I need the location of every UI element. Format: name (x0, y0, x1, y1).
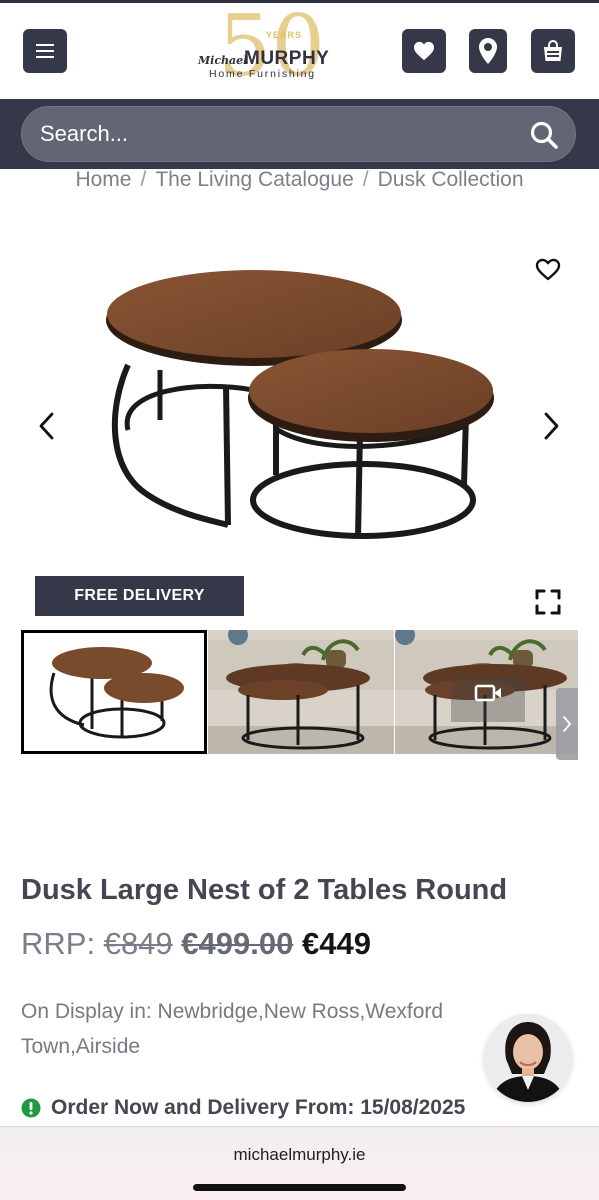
search-box[interactable] (21, 106, 576, 162)
wishlist-heart-icon[interactable] (535, 257, 561, 283)
gallery-next-arrow-icon[interactable] (540, 411, 562, 441)
home-indicator[interactable] (193, 1184, 406, 1191)
free-delivery-badge: FREE DELIVERY (35, 576, 244, 616)
logo-murphy: MURPHY (244, 48, 330, 69)
thumbnail-1[interactable] (21, 630, 207, 754)
wishlist-button[interactable] (402, 29, 446, 73)
menu-button[interactable] (23, 29, 67, 73)
thumbnail-3-video[interactable] (395, 630, 578, 754)
price-rrp: €849 (103, 926, 173, 961)
product-main-image[interactable] (88, 270, 508, 570)
breadcrumb-living-catalogue[interactable]: The Living Catalogue (155, 168, 353, 192)
delivery-notice: Order Now and Delivery From: 15/08/2025 (21, 1096, 465, 1120)
chat-assistant-avatar[interactable] (484, 1014, 572, 1102)
heart-icon (414, 41, 434, 61)
hamburger-menu-icon (36, 44, 54, 58)
breadcrumb-separator: / (140, 168, 147, 191)
fullscreen-icon[interactable] (535, 589, 561, 615)
gallery-prev-arrow-icon[interactable] (36, 411, 58, 441)
logo-michael: Michael (198, 54, 248, 67)
thumbnail-strip (21, 630, 578, 754)
breadcrumb-separator: / (362, 168, 369, 191)
price-block: RRP: €849 €499.00 €449 (21, 926, 371, 962)
site-header: 50 YEARS Michael MURPHY Home Furnishing (0, 3, 599, 99)
breadcrumb-home[interactable]: Home (75, 168, 131, 192)
url-text[interactable]: michaelmurphy.ie (0, 1145, 599, 1165)
thumbnail-1-image (49, 647, 184, 739)
brand-logo[interactable]: 50 YEARS Michael MURPHY Home Furnishing (196, 4, 336, 98)
alert-circle-icon (21, 1098, 41, 1118)
delivery-text: Order Now and Delivery From: 15/08/2025 (51, 1096, 466, 1119)
assistant-photo (484, 1014, 572, 1102)
product-title: Dusk Large Nest of 2 Tables Round (21, 874, 508, 906)
shopping-bag-icon (544, 40, 562, 61)
thumbnail-2-image (208, 630, 394, 754)
thumbnail-3-image (395, 630, 578, 754)
search-icon[interactable] (529, 120, 559, 150)
chevron-right-icon (563, 716, 572, 732)
location-pin-icon (479, 38, 497, 64)
price-now: €449 (301, 926, 371, 961)
search-input[interactable] (40, 107, 520, 161)
logo-years: YEARS (266, 30, 303, 40)
price-rrp-label: RRP: (21, 926, 96, 961)
search-bar (0, 99, 599, 169)
thumbnail-next-button[interactable] (556, 688, 578, 760)
browser-address-bar: michaelmurphy.ie (0, 1126, 599, 1200)
thumbnail-2[interactable] (208, 630, 394, 754)
on-display-locations: On Display in: Newbridge,New Ross,Wexfor… (21, 1000, 444, 1058)
store-locator-button[interactable] (469, 29, 507, 73)
cart-button[interactable] (531, 29, 575, 73)
breadcrumb: Home / The Living Catalogue / Dusk Collectio… (0, 168, 599, 192)
price-was: €499.00 (181, 926, 294, 961)
breadcrumb-dusk-collection[interactable]: Dusk Collection (378, 168, 524, 192)
logo-home-furnishing: Home Furnishing (209, 68, 316, 80)
